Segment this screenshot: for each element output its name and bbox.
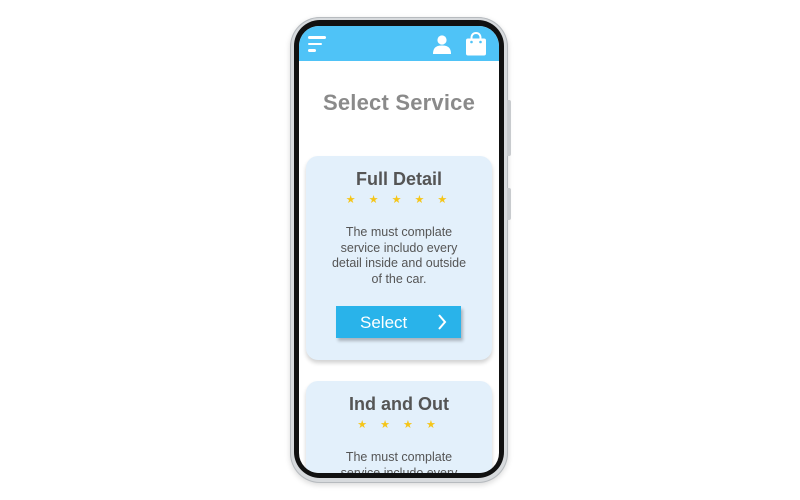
select-button[interactable]: Select (336, 306, 461, 338)
shopping-bag-icon[interactable] (465, 32, 487, 56)
service-card-full-detail: Full Detail ★ ★ ★ ★ ★ The must complate … (306, 156, 492, 360)
select-button-label: Select (360, 313, 408, 332)
top-bar (299, 26, 499, 61)
phone-side-button (507, 100, 511, 156)
app-screen: Select Service Full Detail ★ ★ ★ ★ ★ The… (299, 26, 499, 473)
user-icon[interactable] (432, 34, 452, 54)
chevron-right-icon (438, 314, 447, 330)
star-rating: ★ ★ ★ ★ (357, 419, 441, 431)
phone-side-button (507, 188, 511, 220)
service-title: Full Detail (355, 169, 442, 189)
service-description: The must complate service includo every (340, 450, 458, 473)
service-card-ind-and-out: Ind and Out ★ ★ ★ ★ The must complate se… (306, 381, 492, 473)
service-description: The must complate service includo every … (331, 225, 467, 286)
menu-icon[interactable] (308, 36, 328, 52)
page-title: Select Service (322, 90, 476, 115)
service-title: Ind and Out (349, 394, 449, 414)
star-rating: ★ ★ ★ ★ ★ (345, 194, 453, 206)
